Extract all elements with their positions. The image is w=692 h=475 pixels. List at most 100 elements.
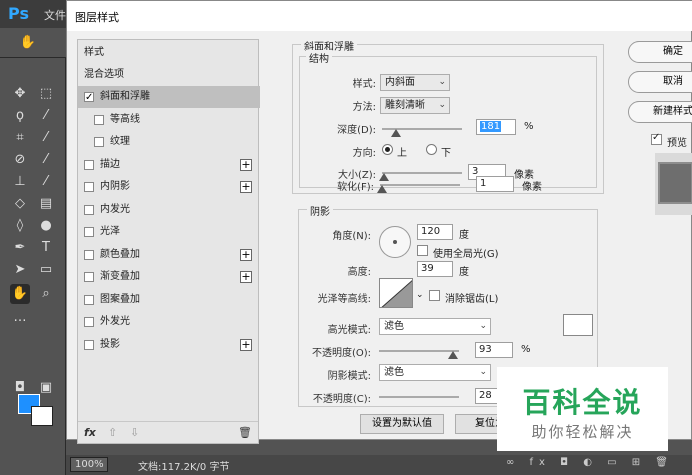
crop-tool-icon[interactable]: ⌗	[10, 128, 30, 148]
style-item-label: 光泽	[100, 226, 120, 237]
layers-panel-icons[interactable]: ∞ fx ◘ ◐ ▭ ⊞ 🗑	[506, 457, 674, 468]
more-tools-icon[interactable]: …	[10, 308, 30, 328]
shadow-mode-select[interactable]: 滤色 ⌄	[379, 364, 491, 381]
style-item-checkbox[interactable]	[94, 114, 104, 125]
add-effect-icon[interactable]: +	[240, 158, 252, 171]
dodge-tool-icon[interactable]: ●	[36, 216, 56, 236]
lasso-tool-icon[interactable]: ϙ	[10, 106, 30, 126]
hand-icon[interactable]: ✋	[18, 33, 38, 53]
style-item-checkbox[interactable]	[84, 227, 94, 237]
highlight-opacity-input[interactable]: 93	[475, 342, 513, 358]
brush-tool-icon[interactable]: ⁄	[36, 150, 56, 170]
style-list-item[interactable]: 内发光	[78, 199, 260, 221]
contour-dropdown-icon[interactable]: ⌄	[416, 290, 424, 300]
angle-input[interactable]: 120	[417, 224, 453, 240]
style-list-item[interactable]: 纹理	[78, 131, 260, 153]
size-slider-thumb[interactable]	[379, 173, 390, 181]
style-item-checkbox[interactable]	[84, 87, 94, 109]
cancel-button[interactable]: 取消	[628, 71, 692, 93]
type-tool-icon[interactable]: T	[36, 238, 56, 258]
eraser-tool-icon[interactable]: ◇	[10, 194, 30, 214]
hand-tool-icon[interactable]: ✋	[10, 284, 30, 304]
style-item-label: 颜色叠加	[100, 248, 140, 260]
move-tool-icon[interactable]: ✥	[10, 84, 30, 104]
move-down-icon[interactable]: ⇩	[130, 426, 139, 439]
style-list-item[interactable]: 等高线	[78, 109, 260, 131]
shadow-opacity-input[interactable]: 28	[475, 388, 499, 404]
highlight-opacity-thumb[interactable]	[448, 351, 459, 359]
soften-slider-thumb[interactable]	[376, 185, 387, 193]
style-list-item[interactable]: 内阴影 +	[78, 176, 260, 198]
depth-slider-thumb[interactable]	[391, 129, 402, 137]
direction-down-radio[interactable]	[426, 144, 437, 155]
path-select-icon[interactable]: ➤	[10, 260, 30, 280]
preview-checkbox[interactable]	[651, 132, 662, 145]
style-list-item[interactable]: 渐变叠加 +	[78, 266, 260, 288]
direction-label: 方向:	[352, 148, 376, 159]
zoom-tool-icon[interactable]: ⌕	[36, 284, 56, 304]
style-list-item[interactable]: 颜色叠加 +	[78, 244, 260, 266]
soften-slider[interactable]	[380, 184, 460, 186]
make-default-button[interactable]: 设置为默认值	[360, 414, 444, 434]
magic-wand-icon[interactable]: ⁄	[36, 106, 56, 126]
add-effect-icon[interactable]: +	[240, 271, 252, 283]
add-effect-icon[interactable]: +	[240, 338, 252, 351]
add-effect-icon[interactable]: +	[240, 181, 252, 193]
highlight-color-swatch[interactable]	[563, 314, 593, 336]
menu-file[interactable]: 文件	[44, 7, 66, 23]
add-effect-icon[interactable]: +	[240, 248, 252, 261]
size-slider[interactable]	[382, 172, 462, 174]
depth-input[interactable]: 181	[476, 119, 516, 135]
marquee-tool-icon[interactable]: ⬚	[36, 84, 56, 104]
history-brush-icon[interactable]: ⁄	[36, 172, 56, 192]
quick-mask-icon[interactable]: ◘	[10, 378, 30, 398]
style-item-checkbox[interactable]	[84, 272, 94, 282]
style-item-checkbox[interactable]	[84, 159, 94, 170]
pen-tool-icon[interactable]: ✒	[10, 238, 30, 258]
style-item-checkbox[interactable]	[84, 339, 94, 350]
blur-tool-icon[interactable]: ◊	[10, 216, 30, 236]
background-color-swatch[interactable]	[31, 406, 53, 426]
direction-up-radio[interactable]	[382, 144, 393, 155]
global-light-checkbox[interactable]	[417, 245, 428, 256]
style-list-item[interactable]: 外发光	[78, 311, 260, 333]
blending-options-item[interactable]: 混合选项	[78, 64, 260, 86]
angle-dial[interactable]	[379, 226, 411, 258]
style-item-checkbox[interactable]	[84, 294, 94, 305]
style-list-item[interactable]: 斜面和浮雕	[78, 86, 260, 109]
style-list-item[interactable]: 投影 +	[78, 334, 260, 356]
gloss-contour-picker[interactable]	[379, 278, 413, 308]
style-item-checkbox[interactable]	[84, 249, 94, 260]
move-up-icon[interactable]: ⇧	[108, 426, 117, 439]
soften-input[interactable]: 1	[476, 176, 514, 192]
gloss-contour-label: 光泽等高线:	[317, 294, 371, 305]
gradient-tool-icon[interactable]: ▤	[36, 194, 56, 214]
style-item-checkbox[interactable]	[84, 182, 94, 192]
style-list-item[interactable]: 描边 +	[78, 154, 260, 176]
antialias-checkbox[interactable]	[429, 290, 440, 301]
fx-icon[interactable]: fx	[84, 426, 96, 439]
watermark: 百科全说 助你轻松解决	[497, 367, 668, 451]
eyedropper-icon[interactable]: ⁄	[36, 128, 56, 148]
zoom-level[interactable]: 100%	[70, 457, 108, 472]
style-item-checkbox[interactable]	[84, 317, 94, 327]
technique-select[interactable]: 雕刻清晰 ⌄	[380, 97, 450, 114]
screen-mode-icon[interactable]: ▣	[36, 378, 56, 398]
watermark-title: 百科全说	[522, 386, 643, 419]
style-list-item[interactable]: 光泽	[78, 221, 260, 243]
new-style-button[interactable]: 新建样式	[628, 101, 692, 123]
highlight-mode-select[interactable]: 滤色 ⌄	[379, 318, 491, 335]
delete-icon[interactable]: 🗑	[238, 426, 252, 439]
style-list-header[interactable]: 样式	[78, 42, 260, 64]
ok-button[interactable]: 确定	[628, 41, 692, 63]
healing-brush-icon[interactable]: ⊘	[10, 150, 30, 170]
bevel-style-select[interactable]: 内斜面 ⌄	[380, 74, 450, 91]
style-item-checkbox[interactable]	[84, 204, 94, 215]
highlight-opacity-slider[interactable]	[379, 350, 459, 352]
style-list-item[interactable]: 图案叠加	[78, 289, 260, 311]
altitude-input[interactable]: 39	[417, 261, 453, 277]
shape-tool-icon[interactable]: ▭	[36, 260, 56, 280]
shadow-opacity-slider[interactable]	[379, 396, 459, 398]
style-item-checkbox[interactable]	[94, 137, 104, 147]
stamp-tool-icon[interactable]: ⊥	[10, 172, 30, 192]
